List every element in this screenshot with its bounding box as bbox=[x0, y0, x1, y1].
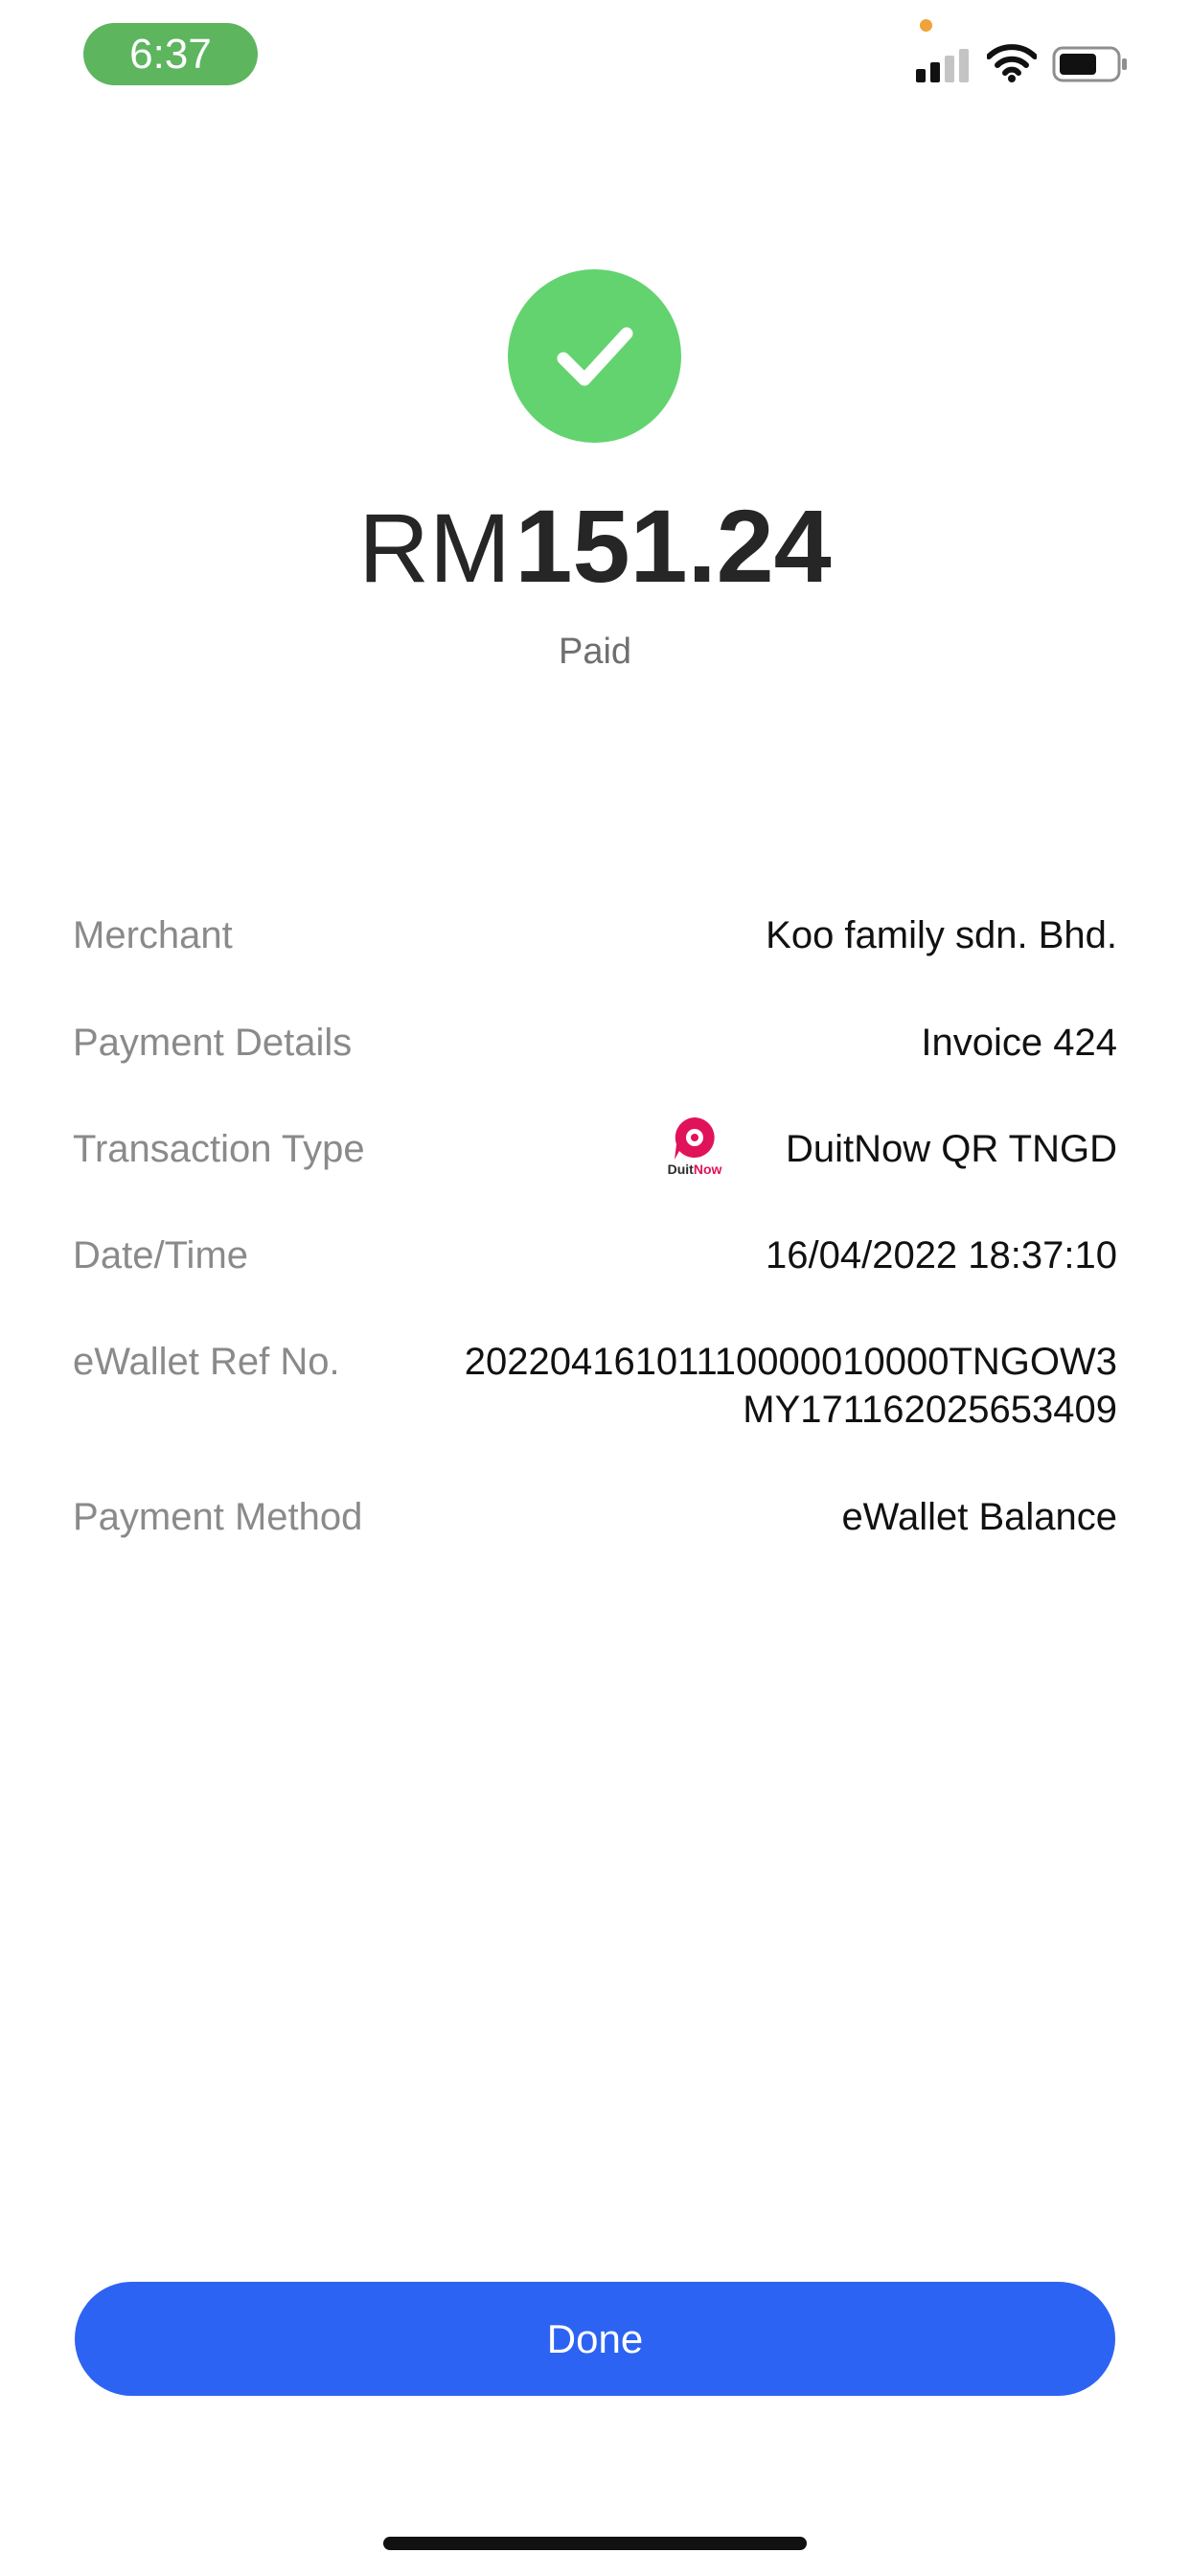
battery-icon bbox=[1052, 46, 1127, 82]
transaction-type-label: Transaction Type bbox=[73, 1128, 365, 1170]
payment-details-label: Payment Details bbox=[73, 1022, 353, 1064]
ewallet-ref-line-2: MY171162025653409 bbox=[743, 1389, 1117, 1431]
payment-method-label: Payment Method bbox=[73, 1496, 363, 1538]
datetime-value: 16/04/2022 18:37:10 bbox=[765, 1234, 1117, 1276]
wifi-icon bbox=[987, 44, 1037, 82]
ewallet-ref-value: 20220416101110000010000TNGOW3 MY17116202… bbox=[465, 1338, 1117, 1434]
payment-receipt-screen: 6:37 RM 151.24 Paid Merchant Koo family … bbox=[0, 0, 1190, 2576]
merchant-value: Koo family sdn. Bhd. bbox=[766, 914, 1117, 956]
payment-method-value: eWallet Balance bbox=[841, 1496, 1117, 1538]
privacy-indicator-dot bbox=[920, 19, 932, 32]
datetime-label: Date/Time bbox=[73, 1234, 249, 1276]
done-button[interactable]: Done bbox=[75, 2282, 1115, 2396]
merchant-label: Merchant bbox=[73, 914, 233, 956]
duitnow-logo-icon: DuitNow bbox=[661, 1116, 728, 1177]
status-time: 6:37 bbox=[83, 23, 258, 85]
payment-status: Paid bbox=[558, 632, 632, 672]
home-indicator[interactable] bbox=[383, 2537, 807, 2550]
ewallet-ref-label: eWallet Ref No. bbox=[73, 1341, 340, 1383]
amount-currency: RM bbox=[358, 494, 511, 603]
success-check-icon bbox=[508, 269, 681, 443]
payment-amount: RM 151.24 bbox=[0, 489, 1190, 635]
cellular-signal-icon bbox=[916, 48, 970, 82]
transaction-type-value: DuitNow QR TNGD bbox=[786, 1128, 1117, 1170]
payment-details-value: Invoice 424 bbox=[921, 1022, 1117, 1064]
amount-value: 151.24 bbox=[515, 488, 832, 604]
ewallet-ref-line-1: 20220416101110000010000TNGOW3 bbox=[464, 1341, 1117, 1383]
duitnow-logo-text: DuitNow bbox=[667, 1162, 722, 1177]
